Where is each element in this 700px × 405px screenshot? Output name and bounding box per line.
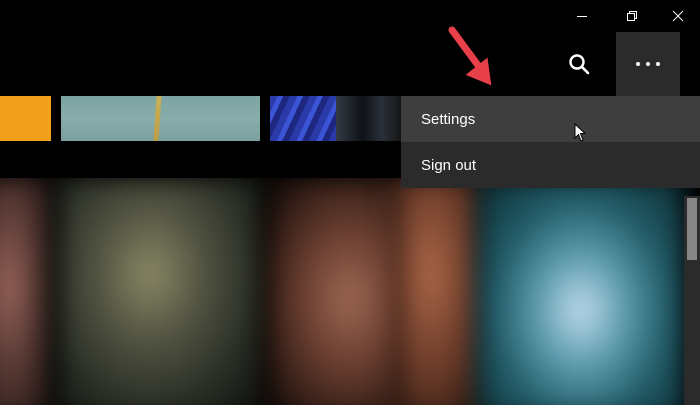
close-icon [672,10,684,22]
restore-icon [627,11,637,21]
more-horizontal-icon [633,62,663,66]
menu-item-sign-out[interactable]: Sign out [401,142,700,188]
restore-button[interactable] [609,0,655,32]
minimize-icon [577,16,587,17]
menu-item-label: Settings [421,110,476,128]
poster-tile[interactable] [0,178,50,405]
options-menu: Settings Sign out [401,96,700,188]
thumbnail-tile[interactable] [0,96,51,141]
scrollbar-thumb[interactable] [687,198,697,260]
search-icon [569,54,590,75]
poster-row [0,178,700,405]
more-options-button[interactable] [616,32,680,96]
poster-tile[interactable] [58,178,263,405]
thumbnail-tile[interactable] [270,96,402,141]
thumbnail-tile[interactable] [61,96,260,141]
poster-tile[interactable] [478,178,684,405]
poster-tile[interactable] [395,178,485,405]
close-button[interactable] [655,0,700,32]
mouse-cursor-icon [574,123,587,142]
minimize-button[interactable] [559,0,605,32]
search-button[interactable] [556,40,602,88]
annotation-arrow-icon [448,26,492,86]
menu-item-settings[interactable]: Settings [401,96,700,142]
menu-item-label: Sign out [421,156,477,174]
poster-tile[interactable] [268,178,403,405]
